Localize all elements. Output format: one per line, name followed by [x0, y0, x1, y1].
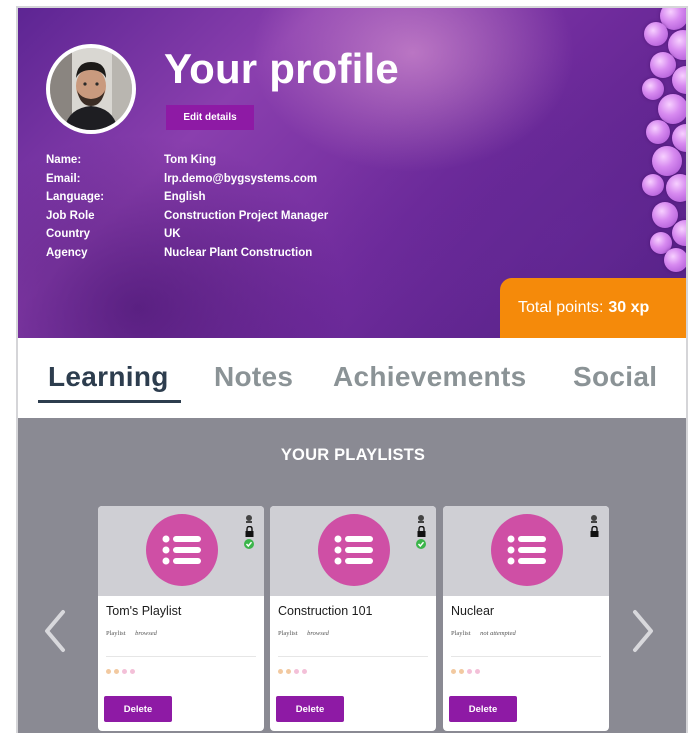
playlist-type: Playlist [451, 630, 471, 637]
lock-icon [417, 526, 425, 537]
edit-details-button[interactable]: Edit details [166, 105, 254, 130]
decorative-cells-image [638, 8, 686, 288]
playlist-type: Playlist [106, 630, 126, 637]
detail-row-agency: Agency Nuclear Plant Construction [46, 244, 328, 263]
divider [106, 656, 256, 657]
detail-row-language: Language: English [46, 188, 328, 207]
carousel-prev-button[interactable] [40, 606, 70, 656]
playlists-section: YOUR PLAYLISTS Tom's Playlist Playlist b… [18, 418, 686, 733]
detail-label: Job Role [46, 209, 95, 222]
playlist-meta: Playlist not attempted [451, 630, 516, 637]
detail-label: Agency [46, 246, 88, 259]
carousel-next-button[interactable] [628, 606, 658, 656]
check-circle-icon [416, 539, 426, 549]
profile-page: Your profile Edit details Name: Tom King… [16, 6, 688, 733]
rating [451, 669, 480, 674]
detail-label: Name: [46, 154, 82, 167]
tab-notes[interactable]: Notes [214, 360, 293, 394]
playlist-status: browsed [135, 630, 157, 637]
playlist-card[interactable]: Tom's Playlist Playlist browsed Delete [98, 506, 264, 731]
detail-value: Construction Project Manager [164, 209, 329, 222]
playlist-status: browsed [307, 630, 329, 637]
delete-button[interactable]: Delete [449, 696, 517, 722]
profile-header: Your profile Edit details Name: Tom King… [18, 8, 686, 338]
detail-row-country: Country UK [46, 225, 328, 244]
detail-value: Nuclear Plant Construction [164, 246, 313, 259]
section-title: YOUR PLAYLISTS [280, 446, 426, 464]
detail-row-name: Name: Tom King [46, 151, 328, 170]
profile-details: Name: Tom King Email: lrp.demo@bygsystem… [46, 151, 328, 262]
list-icon [318, 514, 390, 586]
playlist-card[interactable]: Nuclear Playlist not attempted Delete [443, 506, 609, 731]
profile-tabs: Learning Notes Achievements Social [18, 338, 686, 418]
delete-button[interactable]: Delete [276, 696, 344, 722]
detail-row-job-role: Job Role Construction Project Manager [46, 207, 328, 226]
playlist-card[interactable]: Construction 101 Playlist browsed Delete [270, 506, 436, 731]
detail-label: Country [46, 228, 91, 241]
playlist-status: not attempted [480, 630, 516, 637]
playlist-type: Playlist [278, 630, 298, 637]
playlist-meta: Playlist browsed [106, 630, 157, 637]
tab-social[interactable]: Social [573, 360, 657, 394]
check-circle-icon [244, 539, 254, 549]
lock-icon [245, 526, 253, 537]
lock-icon [590, 526, 598, 537]
chevron-right-icon [633, 610, 653, 652]
tab-achievements[interactable]: Achievements [333, 360, 526, 394]
page-title: Your profile [164, 45, 399, 92]
detail-value: UK [164, 228, 181, 241]
playlist-meta: Playlist browsed [278, 630, 329, 637]
avatar [46, 44, 136, 134]
delete-button[interactable]: Delete [104, 696, 172, 722]
divider [451, 656, 601, 657]
share-icon [246, 515, 252, 523]
active-tab-indicator [38, 400, 181, 403]
playlist-title: Construction 101 [278, 604, 373, 618]
total-points-badge: Total points: 30 xp [500, 278, 686, 338]
detail-value: Tom King [164, 154, 217, 167]
detail-value: English [164, 191, 206, 204]
rating [278, 669, 307, 674]
chevron-left-icon [45, 610, 65, 652]
tab-learning[interactable]: Learning [48, 360, 169, 394]
detail-value: lrp.demo@bygsystems.com [164, 172, 318, 185]
detail-row-email: Email: lrp.demo@bygsystems.com [46, 170, 328, 189]
detail-label: Email: [46, 172, 81, 185]
share-icon [591, 515, 597, 523]
playlist-title: Tom's Playlist [106, 604, 182, 618]
list-icon [491, 514, 563, 586]
share-icon [418, 515, 424, 523]
points-value: 30 xp [608, 299, 650, 316]
playlist-title: Nuclear [451, 604, 495, 618]
points-label: Total points: [518, 299, 604, 316]
rating [106, 669, 135, 674]
list-icon [146, 514, 218, 586]
divider [278, 656, 428, 657]
detail-label: Language: [46, 191, 105, 204]
